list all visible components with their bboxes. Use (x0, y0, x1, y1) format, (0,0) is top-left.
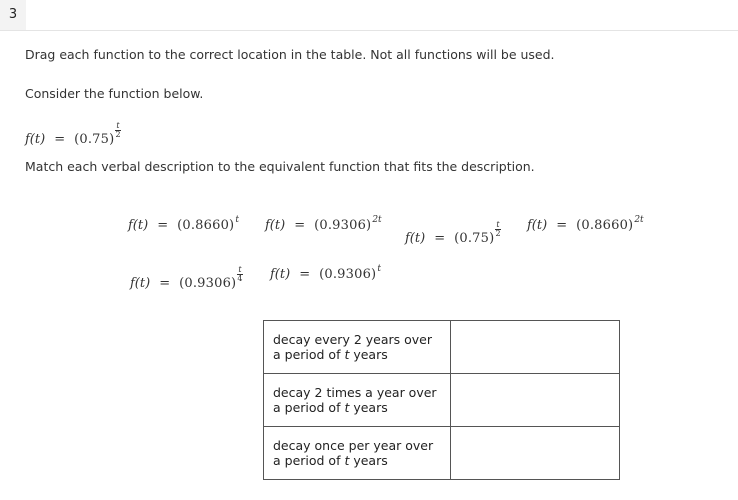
header-divider (0, 30, 738, 31)
table-row: decay 2 times a year over a period of t … (263, 373, 620, 427)
choice-function-3[interactable]: f(t) = (0.75) t 2 (405, 221, 501, 246)
fraction-exponent: t2 (115, 121, 121, 139)
question-number: 3 (0, 0, 26, 30)
choice-function-5[interactable]: f(t) = (0.9306) t 4 (130, 266, 243, 291)
description-cell: decay every 2 years over a period of t y… (263, 320, 451, 374)
drop-target[interactable] (450, 373, 620, 427)
instructions: Drag each function to the correct locati… (25, 47, 555, 62)
choice-function-1[interactable]: f(t) = (0.8660)t (128, 215, 239, 233)
table-row: decay every 2 years over a period of t y… (263, 320, 620, 374)
fraction-exponent: t2 (495, 220, 501, 238)
description-cell: decay 2 times a year over a period of t … (263, 373, 451, 427)
prompt-text: Consider the function below. (25, 86, 204, 101)
function-lhs: f(t) (25, 132, 46, 147)
choice-function-6[interactable]: f(t) = (0.9306)t (270, 264, 381, 282)
drop-target[interactable] (450, 320, 620, 374)
function-base: (0.75) (74, 132, 115, 147)
drop-target[interactable] (450, 426, 620, 480)
description-cell: decay once per year over a period of t y… (263, 426, 451, 480)
choice-function-2[interactable]: f(t) = (0.9306)2t (265, 215, 382, 233)
table-row: decay once per year over a period of t y… (263, 426, 620, 480)
equals-sign: = (54, 132, 66, 147)
given-function: f(t) = (0.75) t 2 (25, 122, 121, 147)
fraction-exponent: t4 (237, 265, 243, 283)
match-instruction: Match each verbal description to the equ… (25, 159, 535, 174)
matching-table: decay every 2 years over a period of t y… (263, 320, 620, 480)
choice-function-4[interactable]: f(t) = (0.8660)2t (527, 215, 644, 233)
